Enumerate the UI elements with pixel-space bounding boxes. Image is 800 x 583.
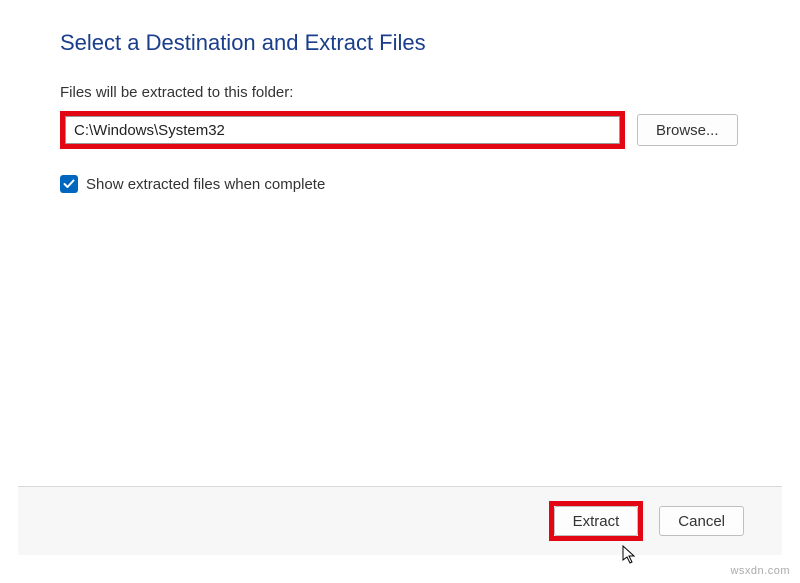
watermark-text: wsxdn.com <box>730 565 790 577</box>
browse-button[interactable]: Browse... <box>637 114 738 146</box>
cancel-button[interactable]: Cancel <box>659 506 744 536</box>
checkmark-icon <box>63 178 75 190</box>
show-files-row: Show extracted files when complete <box>60 175 740 193</box>
show-files-checkbox[interactable] <box>60 175 78 193</box>
path-highlight <box>60 111 625 149</box>
dialog-footer: Extract Cancel <box>18 486 782 555</box>
dialog-title: Select a Destination and Extract Files <box>60 30 740 56</box>
folder-label: Files will be extracted to this folder: <box>60 84 740 101</box>
dialog-content: Select a Destination and Extract Files F… <box>0 0 800 193</box>
path-row: Browse... <box>60 111 740 149</box>
extract-highlight: Extract <box>549 501 644 541</box>
destination-path-input[interactable] <box>65 116 620 144</box>
extract-button[interactable]: Extract <box>554 506 639 536</box>
show-files-label: Show extracted files when complete <box>86 176 325 193</box>
